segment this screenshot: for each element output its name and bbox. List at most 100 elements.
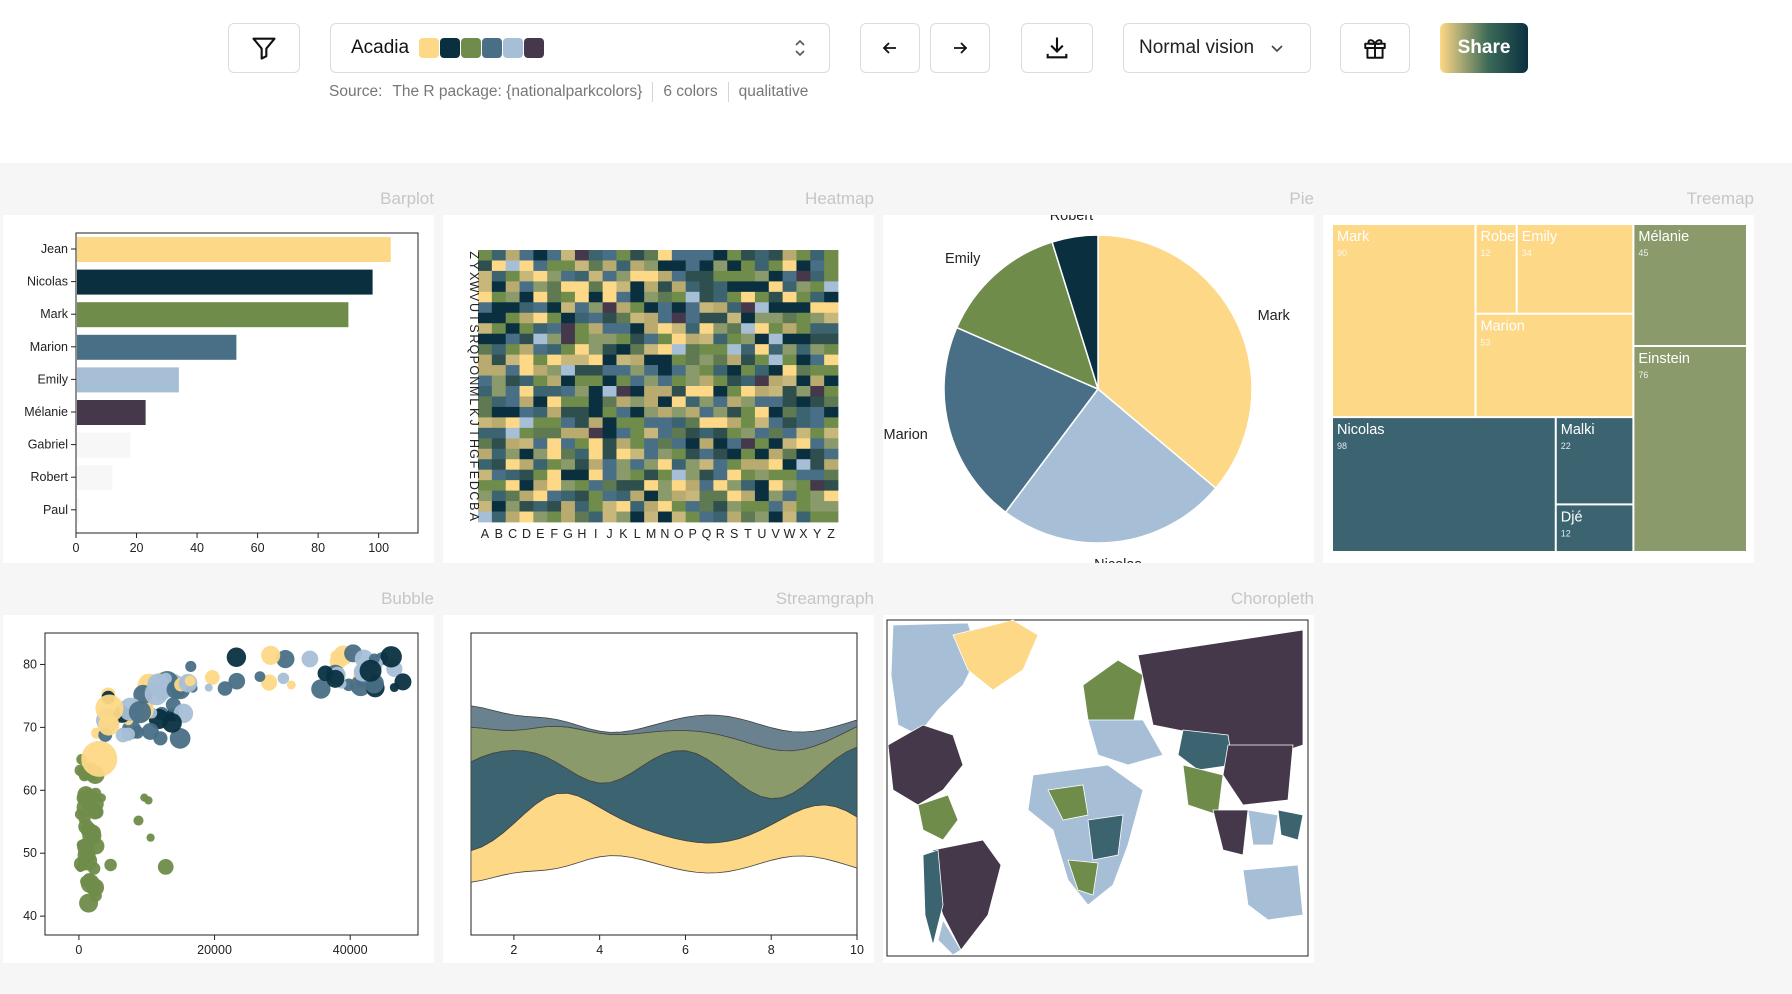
barplot-chart: Jean Nicolas Mark Marion Emily Mélanie Gabriel… — [24, 232, 419, 555]
heatmap-cell — [741, 344, 756, 356]
heatmap-cell — [727, 511, 742, 523]
heatmap-cell — [727, 323, 742, 335]
palette-swatch — [419, 38, 440, 58]
heatmap-cell — [602, 323, 617, 335]
gift-button[interactable] — [1340, 23, 1410, 73]
heatmap-cell — [754, 427, 770, 439]
heatmap-cell — [616, 427, 631, 439]
heatmap-cell — [658, 375, 673, 387]
bubble — [162, 713, 182, 733]
chart-gallery: Barplot Heatmap Pie Treemap Bubble Strea… — [0, 163, 1792, 994]
heatmap-cell — [754, 323, 770, 335]
x-tick-label: A — [481, 527, 490, 541]
next-palette-button[interactable] — [930, 23, 990, 73]
previous-palette-button[interactable] — [860, 23, 920, 73]
heatmap-cell — [713, 480, 728, 492]
heatmap-cell — [491, 365, 507, 376]
heatmap-cell — [561, 354, 576, 366]
heatmap-cell — [574, 270, 590, 282]
heatmap-cell — [824, 291, 839, 303]
streamgraph-chart: 2 4 6 8 10 — [470, 632, 864, 957]
heatmap-cell — [685, 281, 700, 293]
heatmap-cell — [588, 469, 604, 481]
heatmap-cell — [824, 250, 839, 261]
source-link[interactable]: The R package: {nationalparkcolors} — [392, 83, 642, 101]
heatmap-cell — [588, 333, 604, 345]
share-button[interactable]: Share — [1440, 23, 1528, 73]
heatmap-cell — [699, 406, 714, 418]
bubble — [261, 645, 281, 665]
treemap-value: 98 — [1337, 441, 1347, 451]
heatmap-cell — [824, 406, 839, 418]
heatmap-cell — [644, 260, 659, 272]
y-tick-label: F — [467, 461, 481, 469]
heatmap-cell — [602, 438, 617, 450]
heatmap-cell — [644, 281, 659, 293]
bubble — [144, 796, 153, 805]
heatmap-cell — [699, 281, 714, 293]
x-tick-label: O — [674, 527, 684, 541]
heatmap-cell — [796, 396, 811, 408]
heatmap-cell — [491, 417, 507, 429]
streamgraph-card[interactable]: 2 4 6 8 10 — [443, 615, 874, 963]
bubble-card[interactable]: 0 20000 40000 40 50 60 70 80 — [3, 615, 434, 963]
palette-select[interactable]: Acadia — [330, 23, 830, 73]
heatmap-cell — [824, 333, 839, 345]
y-tick-label: Robert — [30, 470, 68, 484]
heatmap-cell — [533, 427, 548, 439]
treemap-cell — [1333, 225, 1475, 417]
heatmap-cell — [713, 260, 728, 272]
bar — [77, 269, 373, 295]
heatmap-cell — [796, 270, 811, 282]
heatmap-cell — [713, 406, 728, 418]
heatmap-cell — [713, 365, 728, 376]
filter-button[interactable] — [228, 23, 300, 73]
heatmap-cell — [588, 480, 604, 492]
heatmap-cell — [671, 344, 687, 356]
heatmap-cell — [547, 270, 562, 282]
heatmap-cell — [519, 323, 534, 335]
heatmap-cell — [768, 250, 784, 261]
heatmap-cell — [824, 323, 839, 335]
pie-card[interactable]: Mark Nicolas Marion Emily Robert — [883, 215, 1314, 563]
treemap-chart: Mark 90 Robert 12 Emily 34 Marion 53 Nicolas 98 Ma… — [1333, 225, 1746, 551]
heatmap-cell — [727, 250, 742, 261]
heatmap-cell — [616, 417, 631, 429]
x-tick-label: G — [563, 527, 573, 541]
heatmap-cell — [547, 375, 562, 387]
heatmap-cell — [602, 365, 617, 376]
heatmap-cell — [616, 448, 631, 460]
treemap-card[interactable]: Mark 90 Robert 12 Emily 34 Marion 53 Nicolas 98 Ma… — [1323, 215, 1754, 563]
heatmap-card[interactable]: ABCDEFGHIJKLMNOPQRSTUVWXYZABCDEFGHIJKLMN… — [443, 215, 874, 563]
bubble — [84, 824, 101, 841]
heatmap-cell — [796, 291, 811, 303]
heatmap-cell — [810, 490, 825, 502]
y-tick-label: M — [467, 386, 481, 396]
treemap-cell — [1634, 346, 1746, 551]
heatmap-cell — [505, 333, 520, 345]
heatmap-cell — [602, 333, 617, 345]
heatmap-cell — [671, 511, 687, 523]
heatmap-cell — [685, 427, 700, 439]
heatmap-cell — [505, 365, 520, 376]
heatmap-cell — [754, 291, 770, 303]
choropleth-card[interactable] — [883, 615, 1314, 963]
vision-select[interactable]: Normal vision — [1123, 23, 1311, 73]
heatmap-cell — [561, 323, 576, 335]
heatmap-cell — [505, 302, 520, 314]
heatmap-cell — [491, 406, 507, 418]
download-button[interactable] — [1021, 23, 1093, 73]
heatmap-cell — [824, 260, 839, 272]
heatmap-cell — [491, 375, 507, 387]
heatmap-cell — [491, 448, 507, 460]
heatmap-cell — [616, 438, 631, 450]
heatmap-cell — [685, 386, 700, 397]
heatmap-cell — [671, 333, 687, 345]
heatmap-cell — [491, 480, 507, 492]
bubble — [133, 815, 144, 826]
treemap-value: 34 — [1522, 248, 1532, 258]
heatmap-cell — [616, 302, 631, 314]
barplot-card[interactable]: Jean Nicolas Mark Marion Emily Mélanie Gabriel… — [3, 215, 434, 563]
x-tick-label: Q — [702, 527, 712, 541]
x-tick-label: T — [744, 527, 752, 541]
